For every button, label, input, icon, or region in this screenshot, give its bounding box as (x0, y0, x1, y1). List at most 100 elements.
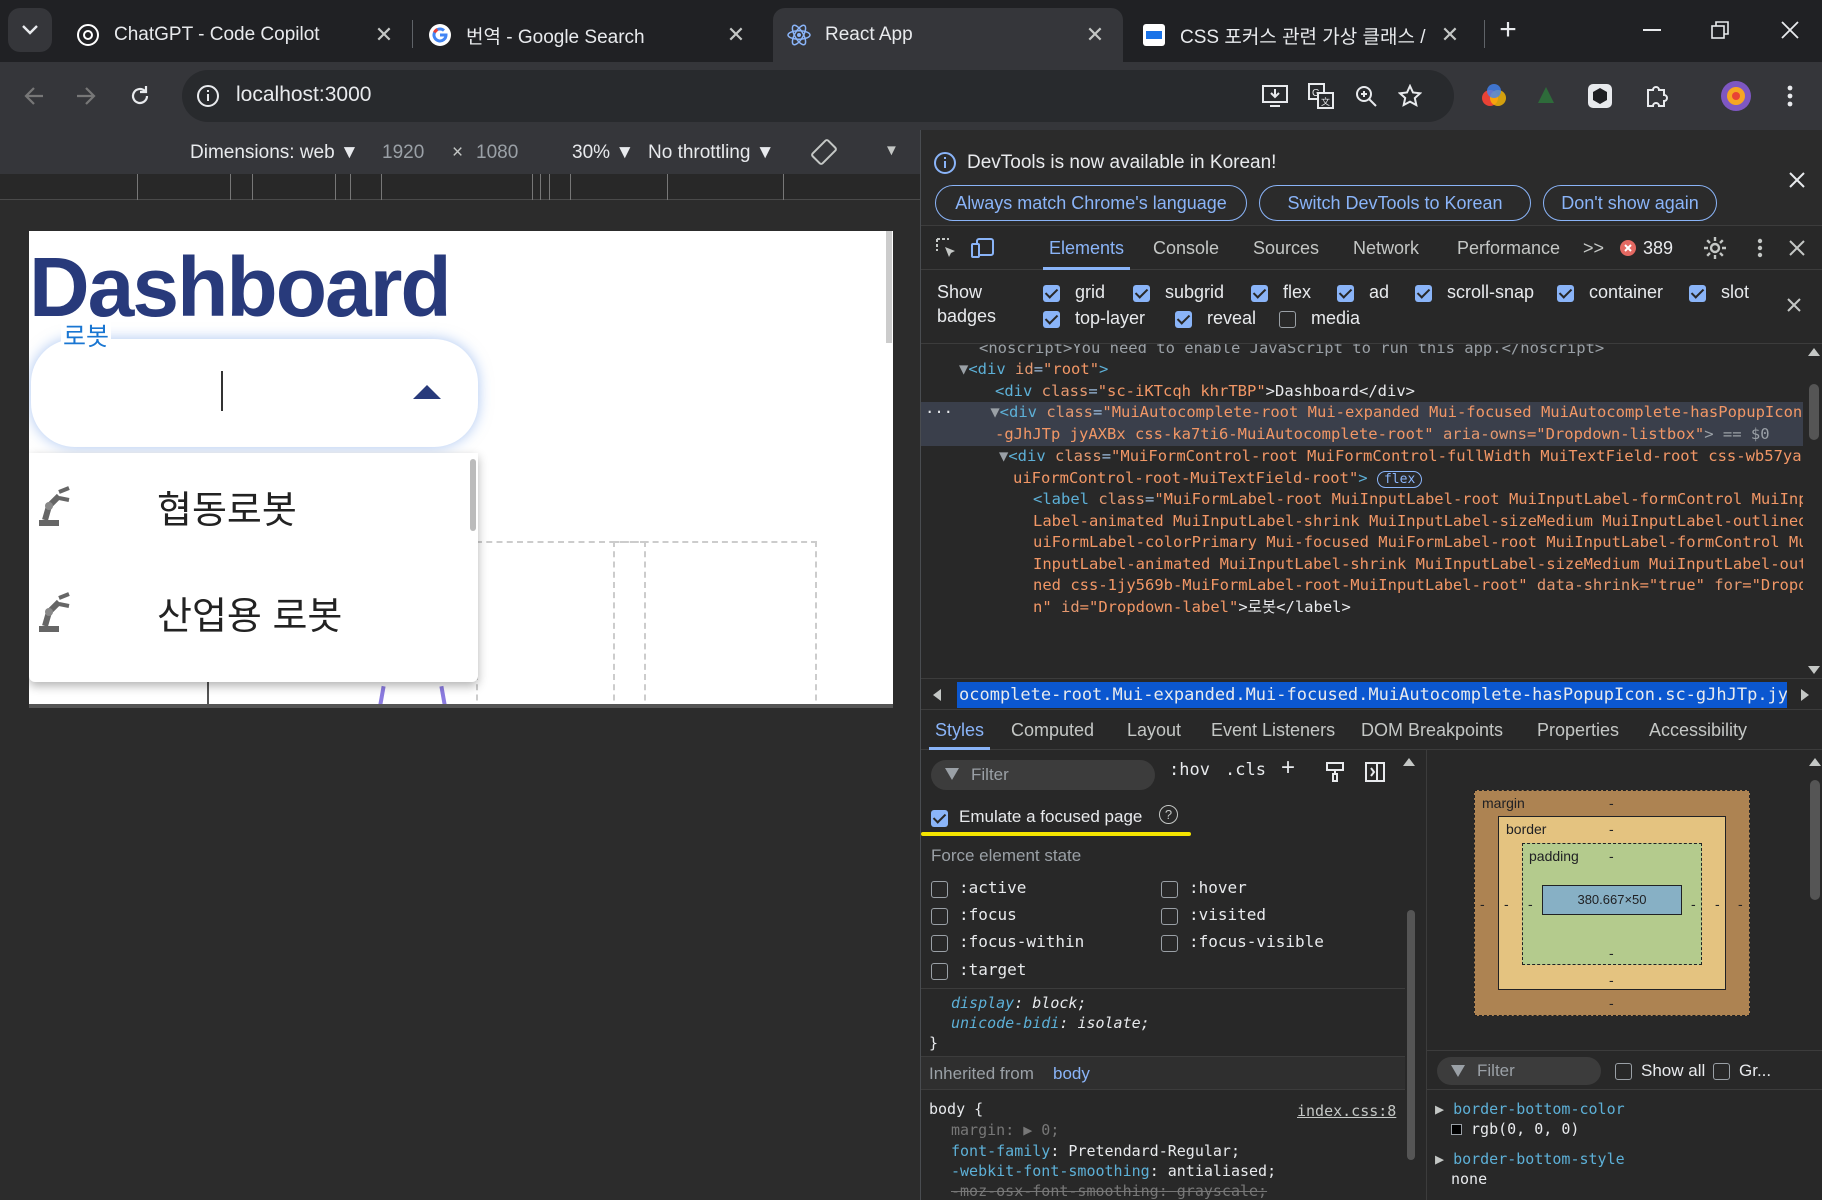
caret-up-icon[interactable] (413, 385, 441, 399)
page-scrollbar[interactable] (886, 231, 892, 343)
close-icon[interactable]: ✕ (1436, 21, 1464, 49)
state-visited-checkbox[interactable] (1161, 908, 1178, 925)
emulate-focused-page-checkbox[interactable] (931, 810, 948, 827)
tab-network[interactable]: Network (1353, 226, 1419, 270)
page-h-scrollbar[interactable] (29, 704, 893, 708)
help-icon[interactable]: ? (1159, 805, 1178, 824)
restore-button[interactable] (1698, 8, 1742, 52)
star-icon[interactable] (1398, 84, 1422, 108)
color-swatch[interactable] (1451, 1124, 1462, 1135)
inherited-from-link[interactable]: body (1053, 1064, 1090, 1084)
back-button[interactable] (12, 74, 56, 118)
info-icon[interactable] (196, 84, 220, 108)
expand-triangle-icon[interactable]: ▼ (999, 447, 1008, 465)
expand-triangle-icon[interactable]: ▶ (1435, 1150, 1453, 1168)
close-icon[interactable]: ✕ (722, 21, 750, 49)
robot-autocomplete-input[interactable] (31, 339, 478, 447)
expand-triangle-icon[interactable]: ▼ (959, 360, 968, 378)
caret-up-icon[interactable] (1809, 758, 1821, 766)
dont-show-again-button[interactable]: Don't show again (1543, 185, 1717, 221)
error-count[interactable]: 389 (1643, 226, 1673, 270)
tab-react-app[interactable]: React App ✕ (773, 8, 1123, 62)
dom-scroll-thumb[interactable] (1809, 384, 1819, 440)
state-focus-within-checkbox[interactable] (931, 935, 948, 952)
dropdown-listbox[interactable]: 협동로봇 산업용 로봇 (29, 453, 478, 682)
new-tab-button[interactable]: + (1486, 8, 1530, 52)
tab-search-button[interactable] (8, 8, 52, 52)
scroll-right-icon[interactable] (1801, 689, 1809, 701)
width-input[interactable]: 1920 (382, 142, 424, 164)
tab-computed[interactable]: Computed (1011, 710, 1094, 750)
url-text[interactable]: localhost:3000 (236, 83, 371, 107)
listbox-scrollbar[interactable] (470, 459, 476, 531)
dom-line[interactable]: Label-animated MuiInputLabel-shrink MuiI… (1033, 511, 1803, 533)
dom-line[interactable]: uiFormControl-root-MuiTextField-root"> f… (1013, 468, 1423, 491)
breadcrumb-item[interactable]: ocomplete-root.Mui-expanded.Mui-focused.… (957, 682, 1787, 708)
list-item[interactable]: 협동로봇 (29, 453, 469, 559)
sidebar-toggle-icon[interactable] (1365, 762, 1385, 782)
tab-google-search[interactable]: 번역 - Google Search ✕ (414, 8, 764, 62)
badge-subgrid-checkbox[interactable] (1133, 285, 1150, 302)
profile-button[interactable] (1714, 74, 1758, 118)
dom-line[interactable]: ··· ▼<div class="MuiAutocomplete-root Mu… (925, 402, 1803, 424)
dom-line[interactable]: InputLabel-animated MuiInputLabel-shrink… (1033, 554, 1803, 576)
dimensions-select[interactable]: Dimensions: web ▼ (190, 142, 359, 164)
close-icon[interactable] (1789, 172, 1805, 188)
kebab-menu-icon[interactable] (1757, 238, 1763, 258)
styles-scroll-thumb[interactable] (1407, 910, 1415, 1160)
close-icon[interactable]: ✕ (370, 21, 398, 49)
minimize-button[interactable] (1630, 8, 1674, 52)
flex-badge[interactable]: flex (1376, 471, 1423, 488)
css-declaration[interactable]: -webkit-font-smoothing: antialiased; (951, 1162, 1276, 1180)
close-window-button[interactable] (1768, 8, 1812, 52)
tab-properties[interactable]: Properties (1537, 710, 1619, 750)
extension-arrow-button[interactable] (1524, 74, 1568, 118)
tab-css-focus[interactable]: CSS 포커스 관련 가상 클래스 / ✕ (1128, 8, 1478, 62)
dom-line[interactable]: -gJhJTp jyAXBx css-ka7ti6-MuiAutocomplet… (995, 424, 1770, 446)
media-query-ruler[interactable] (0, 174, 920, 200)
scroll-left-icon[interactable] (933, 689, 941, 701)
dom-line[interactable]: ▼<div id="root"> (959, 359, 1108, 381)
dom-line[interactable]: <label class="MuiFormLabel-root MuiInput… (1033, 489, 1803, 511)
zoom-select[interactable]: 30% ▼ (572, 142, 634, 164)
badge-ad-checkbox[interactable] (1337, 285, 1354, 302)
state-focus-visible-checkbox[interactable] (1161, 935, 1178, 952)
css-source-link[interactable]: index.css:8 (1297, 1102, 1396, 1120)
error-icon[interactable] (1619, 239, 1637, 257)
box-model-content[interactable]: 380.667×50 (1542, 885, 1682, 915)
cls-toggle[interactable]: .cls (1225, 760, 1266, 780)
translate-icon[interactable]: G文 (1308, 83, 1334, 109)
badge-slot-checkbox[interactable] (1689, 285, 1706, 302)
dom-line[interactable]: ned css-1jy569b-MuiFormLabel-root-MuiInp… (1033, 575, 1803, 597)
device-more-icon[interactable]: ▼ (884, 142, 899, 159)
match-language-button[interactable]: Always match Chrome's language (935, 185, 1247, 221)
state-active-checkbox[interactable] (931, 881, 948, 898)
height-input[interactable]: 1080 (476, 142, 518, 164)
styles-scrollbar[interactable] (1405, 780, 1417, 1200)
inspect-element-icon[interactable] (935, 237, 957, 259)
css-declaration[interactable]: display: block; (951, 994, 1086, 1012)
css-declaration[interactable]: unicode-bidi: isolate; (951, 1014, 1150, 1032)
close-icon[interactable] (1787, 298, 1801, 312)
expand-triangle-icon[interactable]: ▶ (1435, 1100, 1453, 1118)
switch-korean-button[interactable]: Switch DevTools to Korean (1259, 185, 1531, 221)
forward-button[interactable] (64, 74, 108, 118)
more-actions-icon[interactable]: ··· (925, 403, 953, 421)
show-all-checkbox[interactable] (1615, 1063, 1632, 1080)
throttling-select[interactable]: No throttling ▼ (648, 142, 775, 164)
tab-elements[interactable]: Elements (1043, 226, 1131, 270)
extension-colorful-button[interactable] (1472, 74, 1516, 118)
badge-media-checkbox[interactable] (1279, 311, 1296, 328)
state-focus-checkbox[interactable] (931, 908, 948, 925)
tab-layout[interactable]: Layout (1127, 710, 1181, 750)
tab-accessibility[interactable]: Accessibility (1649, 710, 1747, 750)
chrome-menu-button[interactable] (1768, 74, 1812, 118)
list-item[interactable]: 산업용 로봇 (29, 559, 469, 665)
new-rule-icon[interactable]: + (1281, 754, 1295, 782)
tab-event-listeners[interactable]: Event Listeners (1211, 710, 1335, 750)
extension-cube-button[interactable] (1578, 74, 1622, 118)
badge-scroll-snap-checkbox[interactable] (1415, 285, 1432, 302)
expand-triangle-icon[interactable]: ▼ (990, 403, 999, 421)
badge-grid-checkbox[interactable] (1043, 285, 1060, 302)
dom-line[interactable]: <div class="sc-iKTcqh khrTBP">Dashboard<… (995, 381, 1415, 403)
